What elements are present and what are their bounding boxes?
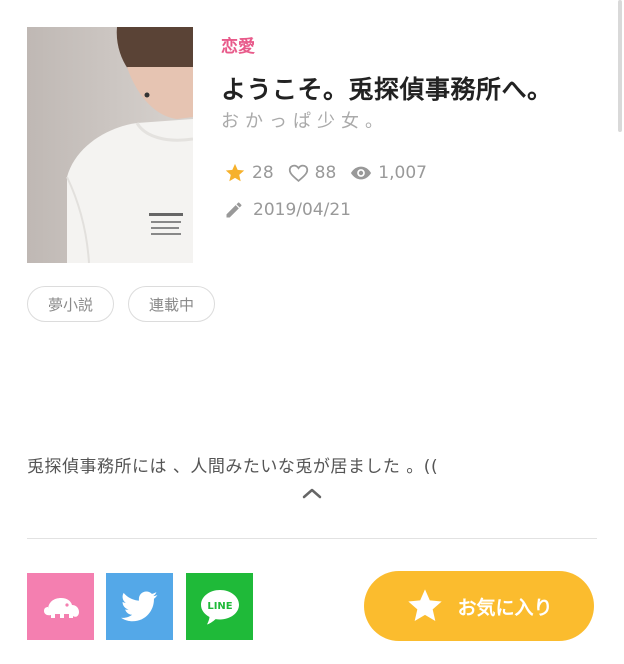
genre-label[interactable]: 恋愛 <box>221 32 255 57</box>
tag-serializing[interactable]: 連載中 <box>128 286 216 322</box>
star-count-value: 28 <box>252 163 274 183</box>
twitter-bird-icon <box>120 590 157 621</box>
like-count: 88 <box>288 163 337 183</box>
update-date: 2019/04/21 <box>224 200 351 220</box>
like-count-value: 88 <box>314 163 337 183</box>
elephant-icon <box>43 597 79 618</box>
star-icon <box>408 589 443 621</box>
view-count-value: 1,007 <box>378 163 427 183</box>
author-name[interactable]: おかっぱ少女。 <box>221 107 389 133</box>
star-count: 28 <box>224 162 274 184</box>
cover-image[interactable] <box>27 27 193 263</box>
update-date-value: 2019/04/21 <box>253 200 351 220</box>
work-title: ようこそ。兎探偵事務所へ。 <box>221 75 553 104</box>
stats-row: 28 88 1,007 <box>224 162 441 184</box>
favorite-button[interactable]: お気に入り <box>364 571 594 641</box>
collapse-description-button[interactable] <box>300 484 324 502</box>
scrollbar[interactable] <box>618 0 622 132</box>
tag-list: 夢小説 連載中 <box>27 286 229 322</box>
chevron-up-icon <box>302 488 322 499</box>
line-icon-label: LINE <box>207 601 232 612</box>
heart-icon <box>288 164 308 183</box>
view-count: 1,007 <box>350 163 427 183</box>
line-icon: LINE <box>200 589 239 624</box>
star-icon <box>225 163 245 182</box>
share-twitter-button[interactable] <box>106 573 173 640</box>
pencil-icon <box>226 202 242 218</box>
favorite-label: お気に入り <box>457 596 553 619</box>
share-line-button[interactable]: LINE <box>186 573 253 640</box>
share-ebook-button[interactable] <box>27 573 94 640</box>
divider <box>27 538 597 539</box>
tag-dream-novel[interactable]: 夢小説 <box>27 286 115 322</box>
work-description: 兎探偵事務所には 、人間みたいな兎が居ました 。(( <box>27 457 439 477</box>
eye-icon <box>351 166 372 180</box>
